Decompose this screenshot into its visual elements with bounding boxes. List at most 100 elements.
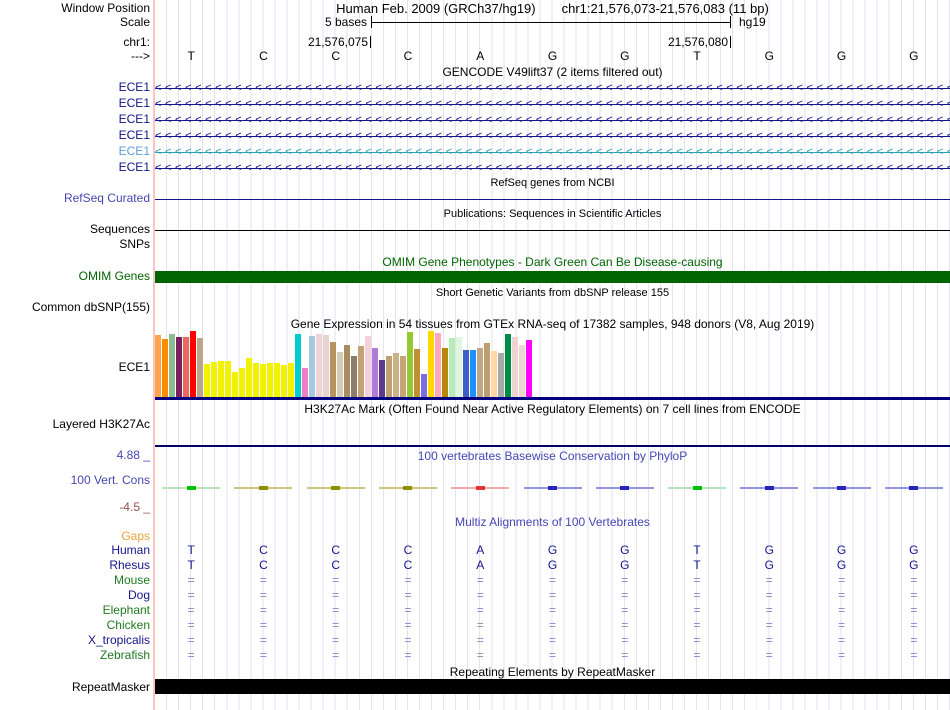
gtex-bar[interactable] [386,356,392,397]
alignment-base[interactable]: C [300,559,372,572]
alignment-gap[interactable]: = [516,634,588,647]
gtex-bar[interactable] [435,333,441,397]
species-label[interactable]: Human [0,544,150,557]
gtex-bar[interactable] [281,365,287,397]
alignment-gap[interactable]: = [805,649,877,662]
alignment-gap[interactable]: = [227,634,299,647]
h3k27ac-label[interactable]: Layered H3K27Ac [0,418,150,431]
alignment-base[interactable]: C [227,544,299,557]
gencode-transcript[interactable]: <<<<<<<<<<<<<<<<<<<<<<<<<<<<<<<<<<<<<<<<… [155,98,950,111]
base-letter[interactable]: G [589,50,661,63]
species-label[interactable]: Zebrafish [0,649,150,662]
gtex-bar[interactable] [267,363,273,397]
sequences-label[interactable]: Sequences [0,223,150,236]
gtex-bar[interactable] [400,356,406,397]
gtex-bar[interactable] [295,334,301,397]
alignment-gap[interactable]: = [372,634,444,647]
alignment-gap[interactable]: = [155,619,227,632]
gtex-bar[interactable] [484,343,490,397]
gtex-bar[interactable] [183,337,189,397]
alignment-gap[interactable]: = [805,589,877,602]
alignment-gap[interactable]: = [733,604,805,617]
alignment-base[interactable]: C [372,559,444,572]
alignment-gap[interactable]: = [444,649,516,662]
alignment-base[interactable]: C [227,559,299,572]
gtex-bar[interactable] [337,352,343,397]
h3k27ac-baseline[interactable] [155,445,950,447]
alignment-gap[interactable]: = [589,604,661,617]
alignment-base[interactable]: T [155,544,227,557]
gencode-gene-label[interactable]: ECE1 [0,161,150,174]
gtex-bar[interactable] [512,337,518,397]
alignment-gap[interactable]: = [878,574,950,587]
phylop-mark-core[interactable] [258,486,268,490]
alignment-gap[interactable]: = [589,619,661,632]
alignment-gap[interactable]: = [733,634,805,647]
alignment-gap[interactable]: = [227,649,299,662]
alignment-base[interactable]: G [589,559,661,572]
sequences-track-line[interactable] [155,230,950,231]
alignment-gap[interactable]: = [878,634,950,647]
gencode-gene-label[interactable]: ECE1 [0,129,150,142]
species-label[interactable]: Dog [0,589,150,602]
alignment-gap[interactable]: = [444,604,516,617]
gtex-bar[interactable] [456,337,462,397]
gtex-bar[interactable] [414,349,420,397]
gtex-bar[interactable] [260,364,266,397]
alignment-gap[interactable]: = [155,574,227,587]
alignment-gap[interactable]: = [589,589,661,602]
alignment-gap[interactable]: = [155,589,227,602]
gtex-bar[interactable] [365,336,371,397]
gtex-bar[interactable] [491,351,497,397]
alignment-gap[interactable]: = [372,574,444,587]
alignment-gap[interactable]: = [733,589,805,602]
alignment-base[interactable]: G [516,559,588,572]
refseq-curated-label[interactable]: RefSeq Curated [0,192,150,205]
phylop-mark-core[interactable] [331,486,341,490]
alignment-gap[interactable]: = [444,574,516,587]
base-letter[interactable]: T [155,50,227,63]
gtex-bar[interactable] [498,353,504,397]
gtex-bar[interactable] [393,353,399,397]
gtex-bar[interactable] [470,350,476,397]
gtex-bar-chart[interactable] [155,331,535,397]
alignment-gap[interactable]: = [300,649,372,662]
gtex-bar[interactable] [428,331,434,397]
base-letter[interactable]: G [733,50,805,63]
alignment-base[interactable]: G [805,544,877,557]
species-label[interactable]: Mouse [0,574,150,587]
phylop-mark-core[interactable] [475,486,485,490]
gtex-bar[interactable] [204,364,210,397]
alignment-base[interactable]: G [878,559,950,572]
phylop-mark-core[interactable] [186,486,196,490]
base-letter[interactable]: G [805,50,877,63]
gencode-gene-label[interactable]: ECE1 [0,97,150,110]
gtex-bar[interactable] [246,358,252,397]
alignment-gap[interactable]: = [444,634,516,647]
alignment-gap[interactable]: = [300,589,372,602]
alignment-gap[interactable]: = [227,619,299,632]
gtex-baseline[interactable] [155,397,950,400]
alignment-gap[interactable]: = [805,634,877,647]
alignment-gap[interactable]: = [516,574,588,587]
alignment-base[interactable]: A [444,559,516,572]
alignment-gap[interactable]: = [300,634,372,647]
alignment-gap[interactable]: = [300,604,372,617]
gtex-bar[interactable] [358,346,364,397]
gtex-bar[interactable] [421,374,427,397]
gtex-bar[interactable] [449,338,455,397]
phylop-mark-core[interactable] [764,486,774,490]
alignment-base[interactable]: T [155,559,227,572]
base-letter[interactable]: A [444,50,516,63]
gtex-bar[interactable] [309,336,315,397]
phylop-mark-core[interactable] [837,486,847,490]
gtex-bar[interactable] [155,335,161,397]
gencode-transcript[interactable]: <<<<<<<<<<<<<<<<<<<<<<<<<<<<<<<<<<<<<<<<… [155,146,950,159]
alignment-gap[interactable]: = [661,604,733,617]
alignment-gap[interactable]: = [372,619,444,632]
alignment-gap[interactable]: = [733,619,805,632]
alignment-gap[interactable]: = [372,589,444,602]
base-letter[interactable]: C [300,50,372,63]
alignment-base[interactable]: G [589,544,661,557]
species-label[interactable]: X_tropicalis [0,634,150,647]
